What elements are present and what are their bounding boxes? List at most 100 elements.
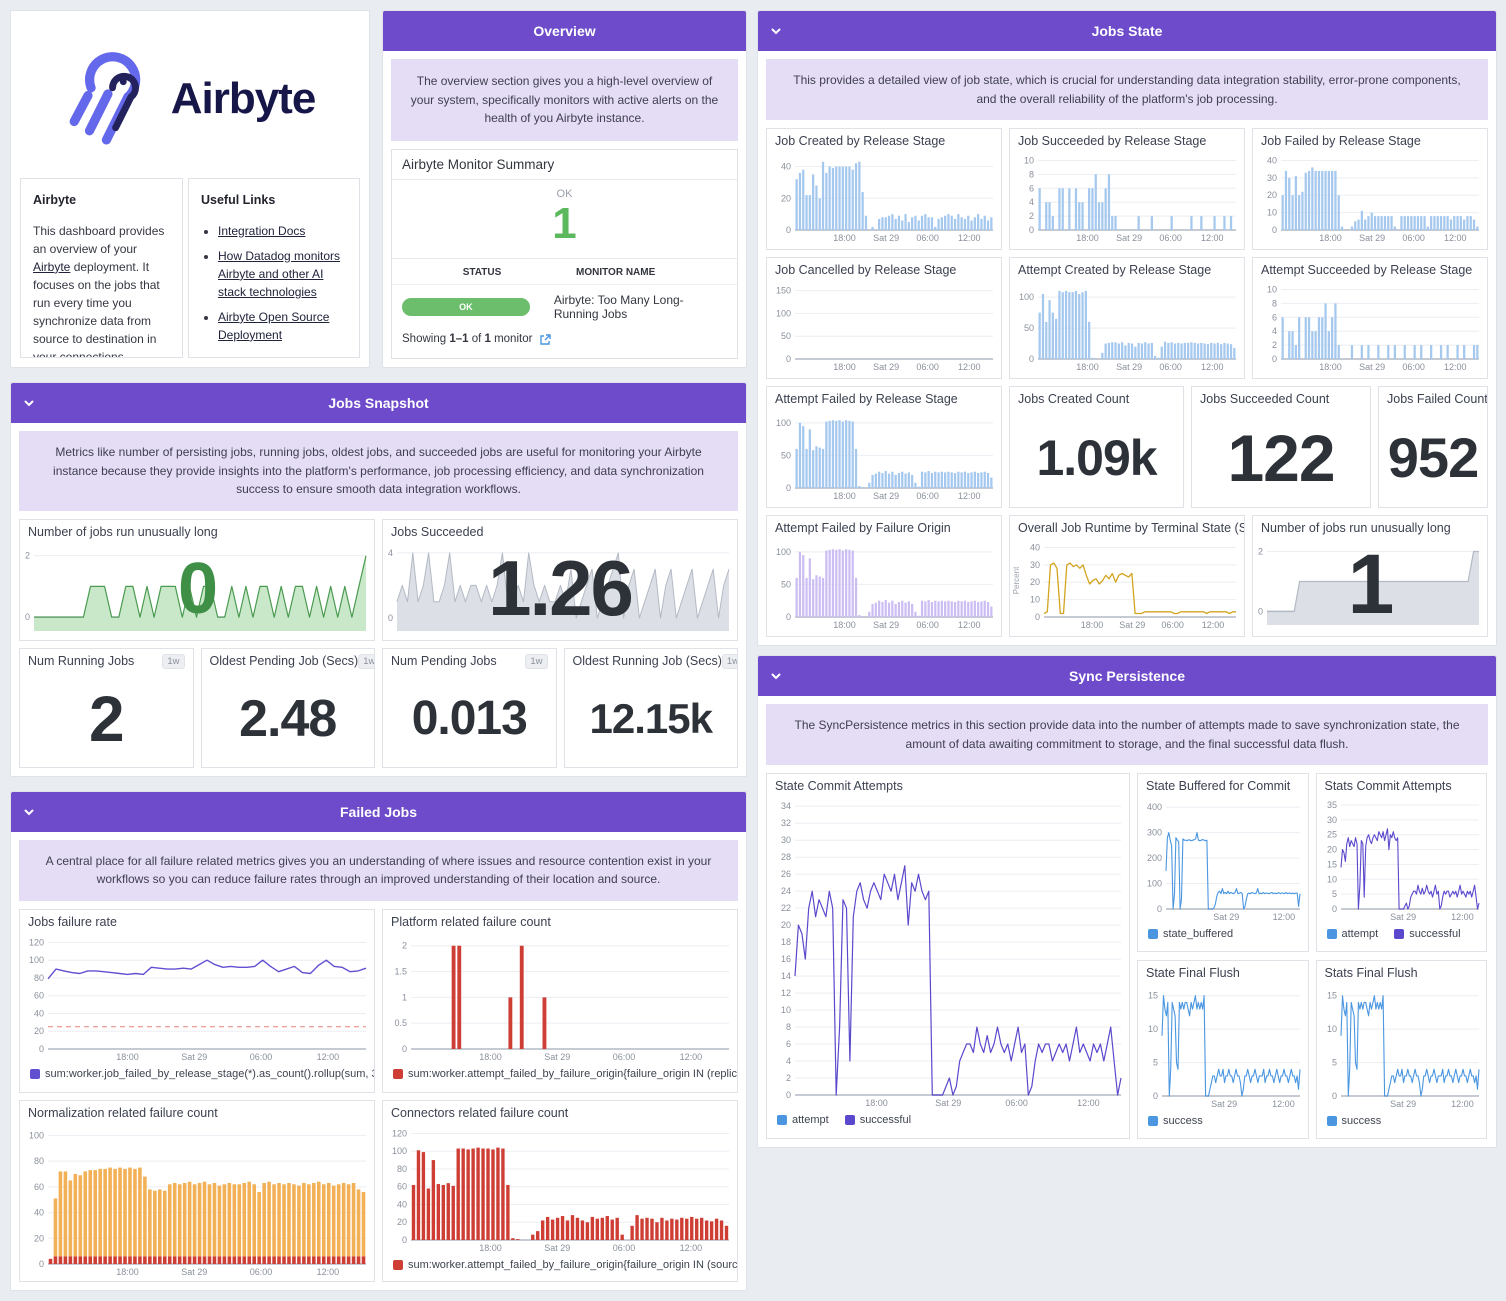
chart-canvas[interactable]: 0 5 10 15 Sat 29 12:00 [1317,982,1487,1110]
timeframe-badge: 1w [162,653,185,669]
legend-swatch-icon [1326,929,1337,940]
svg-text:10: 10 [1030,595,1040,605]
chart-canvas[interactable]: 0 20 40 60 80 100 120 18:00 Sat 29 06:00 12:00 [383,1122,737,1254]
airbyte-link[interactable]: Airbyte [33,260,70,274]
timeframe-badge: 1w [358,653,375,669]
svg-text:06:00: 06:00 [916,362,939,372]
svg-text:0: 0 [1331,904,1336,914]
chart-canvas[interactable]: 0 5 10 15 20 25 30 35 Sat 29 12:00 [1317,795,1487,923]
external-link-icon[interactable] [539,333,552,346]
svg-text:2: 2 [1272,340,1277,350]
chart-canvas[interactable]: 0 5 10 15 Sat 29 12:00 [1138,982,1308,1110]
svg-text:8: 8 [1029,170,1034,180]
list-item: How Datadog monitors Airbyte and other A… [218,247,347,301]
svg-text:Sat 29: Sat 29 [1119,620,1145,630]
svg-text:100: 100 [29,955,44,965]
svg-text:06:00: 06:00 [916,491,939,501]
monitor-row[interactable]: OK Airbyte: Too Many Long-Running Jobs [392,285,737,329]
legend-item[interactable]: success [1148,1115,1203,1127]
failed-jobs-section: Failed Jobs A central place for all fail… [10,790,747,1291]
svg-text:0: 0 [39,1259,44,1269]
legend-item[interactable]: sum:worker.job_failed_by_release_stage(*… [30,1068,374,1080]
integration-docs-link[interactable]: Integration Docs [218,224,305,238]
overview-note: The overview section gives you a high-le… [391,59,738,141]
query-value: 2.48 [239,689,337,748]
legend-item[interactable]: attempt [777,1114,829,1126]
chart-canvas[interactable]: 0 50 100 18:00 Sat 29 06:00 12:00 [767,408,1001,502]
svg-text:0: 0 [1331,1091,1336,1101]
svg-text:2: 2 [25,550,30,560]
open-source-deployment-link[interactable]: Airbyte Open Source Deployment [218,310,329,342]
svg-text:18:00: 18:00 [1081,620,1104,630]
about-text-1: This dashboard provides an overview of y… [33,223,165,256]
svg-text:06:00: 06:00 [1005,1098,1028,1108]
legend-item[interactable]: sum:worker.attempt_failed_by_failure_ori… [393,1259,737,1271]
chart-canvas[interactable]: 0 20 40 18:00 Sat 29 06:00 12:00 [767,150,1001,244]
chart-canvas[interactable]: 0 50 100 150 18:00 Sat 29 06:00 12:00 [767,279,1001,373]
chart-legend: sum:worker.attempt_failed_by_failure_ori… [383,1063,737,1085]
svg-text:100: 100 [392,1146,407,1156]
chart-canvas[interactable]: 0 2 4 6 8 10 12 14 16 18 20 22 24 26 28 30 32 34 18:00 Sat … [767,795,1129,1109]
chart-canvas[interactable]: 0 0.5 1 1.5 2 18:00 Sat 29 06:00 12:00 [383,931,737,1063]
chart-canvas[interactable]: 0 50 100 18:00 Sat 29 06:00 12:00 [767,537,1001,631]
svg-text:18:00: 18:00 [1319,233,1342,243]
legend-item[interactable]: state_buffered [1148,928,1233,940]
svg-text:15: 15 [1326,991,1336,1001]
svg-text:0: 0 [1272,354,1277,364]
svg-text:0: 0 [388,613,393,623]
panel-title: Oldest Running Job (Secs) [572,654,722,669]
svg-text:12:00: 12:00 [317,1052,340,1062]
svg-text:Sat 29: Sat 29 [873,362,899,372]
datadog-monitors-link[interactable]: How Datadog monitors Airbyte and other A… [218,249,340,299]
panel-attempt-failed-by-release-stage: Attempt Failed by Release Stage 0 50 100 18… [766,386,1002,509]
legend-item[interactable]: success [1326,1115,1381,1127]
chart-canvas[interactable]: 0 20 40 60 80 100 18:00 Sat 29 06:00 12:00 [20,1122,374,1278]
svg-text:0: 0 [1258,607,1263,617]
chart-canvas[interactable]: 1 02 [1253,537,1487,631]
svg-text:40: 40 [781,162,791,172]
query-value: 1.09k [1036,429,1157,486]
svg-text:12: 12 [781,988,791,998]
panel-title: Jobs Succeeded Count [1200,392,1330,407]
svg-text:16: 16 [781,954,791,964]
monitor-summary-panel: Airbyte Monitor Summary OK 1 STATUS MONI… [391,148,738,359]
chart-canvas[interactable]: 0 100 200 300 400 Sat 29 12:00 [1138,795,1308,923]
svg-text:40: 40 [1267,156,1277,166]
svg-text:80: 80 [34,973,44,983]
svg-text:Sat 29: Sat 29 [1116,362,1142,372]
panel-title: Connectors related failure count [391,1105,569,1120]
chart-canvas[interactable]: 0 2 4 6 8 10 18:00 Sat 29 06:00 12:00 [1010,150,1244,244]
svg-text:10: 10 [1267,285,1277,295]
legend-swatch-icon [844,1115,855,1126]
panel-jobs-failed-count: Jobs Failed Count 952 [1378,386,1488,509]
panel-title: Oldest Pending Job (Secs) [209,654,359,669]
chart-canvas[interactable]: 1.26 04 [383,541,737,637]
useful-links-title: Useful Links [201,193,276,207]
chevron-down-icon[interactable] [22,396,36,410]
svg-text:40: 40 [1030,543,1040,553]
svg-text:06:00: 06:00 [1159,233,1182,243]
chevron-down-icon[interactable] [769,669,783,683]
failed-jobs-note: A central place for all failure related … [19,839,738,901]
legend-item[interactable]: successful [1394,928,1461,940]
legend-item[interactable]: successful [844,1114,911,1126]
panel-jobs-failure-rate: Jobs failure rate 0 20 40 60 80 100 120 18:00 Sa… [19,908,375,1093]
chart-canvas[interactable]: 0 50 100 18:00 Sat 29 06:00 12:00 [1010,279,1244,373]
chevron-down-icon[interactable] [22,805,36,819]
chevron-down-icon[interactable] [769,24,783,38]
chart-canvas[interactable]: 0 10 20 30 40 18:00 Sat 29 06:00 12:00 [1253,150,1487,244]
chart-canvas[interactable]: 0 10 20 30 40 18:00 Sat 29 06:00 12:00 Percent [1010,537,1244,631]
svg-text:0: 0 [786,483,791,493]
chart-canvas[interactable]: 0 02 [20,541,374,637]
svg-text:8: 8 [1272,299,1277,309]
svg-text:Sat 29: Sat 29 [1390,912,1416,922]
chart-canvas[interactable]: 0 2 4 6 8 10 18:00 Sat 29 06:00 12:00 [1253,279,1487,373]
svg-text:60: 60 [397,1182,407,1192]
legend-item[interactable]: attempt [1326,928,1378,940]
monitor-name[interactable]: Airbyte: Too Many Long-Running Jobs [554,293,727,321]
chart-canvas[interactable]: 0 20 40 60 80 100 120 18:00 Sat 29 06:00 12:00 [20,931,374,1063]
svg-text:12:00: 12:00 [1201,233,1224,243]
legend-item[interactable]: sum:worker.attempt_failed_by_failure_ori… [393,1068,737,1080]
svg-text:34: 34 [781,802,791,812]
svg-text:0: 0 [1035,612,1040,622]
